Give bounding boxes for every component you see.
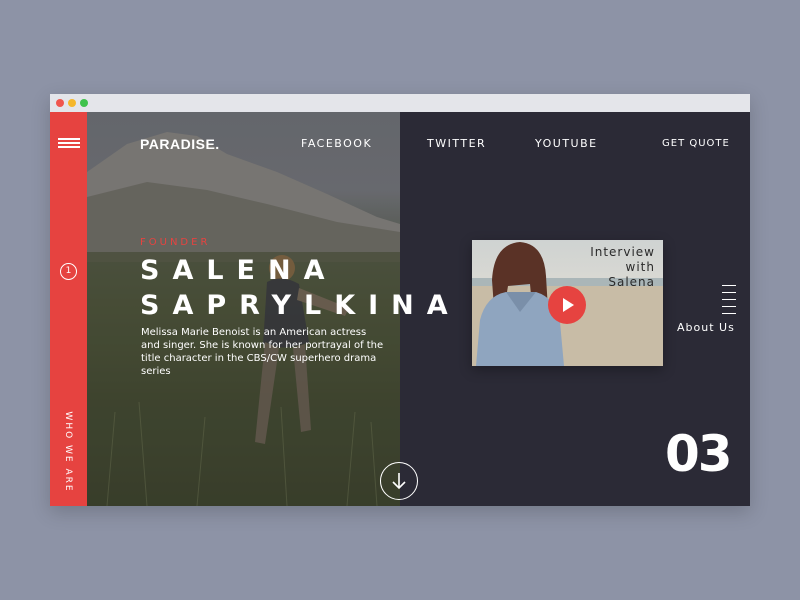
get-quote-button[interactable]: GET QUOTE [662, 138, 730, 149]
slide-number: 03 [665, 425, 733, 483]
nav-facebook[interactable]: FACEBOOK [301, 137, 372, 150]
bio-text: Melissa Marie Benoist is an American act… [141, 327, 384, 377]
video-title-line3: Salena [608, 275, 655, 289]
video-title-line1: Interview [590, 245, 655, 259]
play-button[interactable] [548, 286, 586, 324]
founder-label: FOUNDER [140, 237, 211, 248]
scroll-down-button[interactable] [380, 462, 418, 500]
about-us-link[interactable]: About Us [677, 321, 735, 334]
maximize-window-button[interactable] [80, 99, 88, 107]
nav-youtube[interactable]: YOUTUBE [535, 137, 598, 150]
section-label: WHO WE ARE [63, 411, 73, 493]
interview-video-card[interactable]: Interview with Salena [472, 240, 663, 366]
last-name-heading: SAPRYLKINA [140, 290, 461, 321]
lines-icon[interactable] [722, 285, 736, 315]
close-window-button[interactable] [56, 99, 64, 107]
site-logo[interactable]: PARADISE. [140, 136, 220, 152]
play-icon [563, 298, 574, 312]
nav-twitter[interactable]: TWITTER [427, 137, 486, 150]
video-title: Interview with Salena [535, 245, 655, 290]
video-title-line2: with [625, 260, 655, 274]
step-indicator[interactable]: 1 [60, 263, 77, 280]
minimize-window-button[interactable] [68, 99, 76, 107]
window-titlebar [50, 94, 750, 112]
first-name-heading: SALENA [140, 255, 338, 286]
sidebar: 1 WHO WE ARE [50, 112, 87, 506]
arrow-down-icon [392, 473, 406, 490]
hamburger-icon[interactable] [58, 138, 80, 150]
